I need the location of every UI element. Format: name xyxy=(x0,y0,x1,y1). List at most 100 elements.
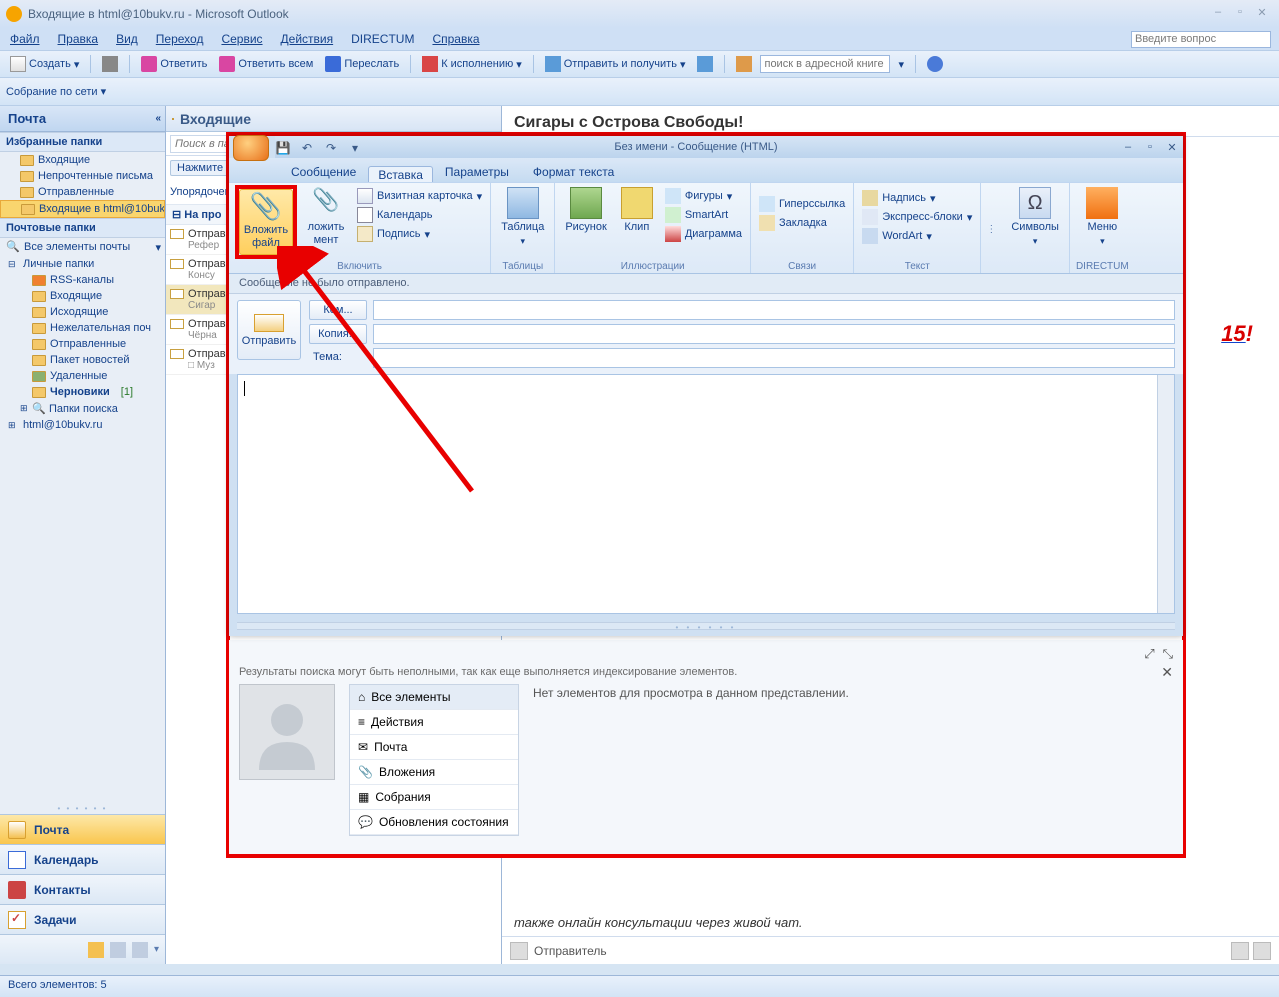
pp-tab-attach[interactable]: 📎 Вложения xyxy=(350,760,518,785)
hyperlink-button[interactable]: Гиперссылка xyxy=(757,195,847,213)
group-text-more[interactable]: ⋮ xyxy=(981,183,1001,273)
send-receive-button[interactable]: Отправить и получить ▾ xyxy=(541,54,690,74)
bookmark-button[interactable]: Закладка xyxy=(757,214,847,232)
tree-drafts[interactable]: Черновики [1] xyxy=(0,384,165,400)
print-button[interactable] xyxy=(98,54,122,74)
compose-close-button[interactable]: ✕ xyxy=(1161,141,1183,154)
tree-sent[interactable]: Отправленные xyxy=(0,336,165,352)
hint-button[interactable]: Нажмите xyxy=(170,160,230,176)
fav-inbox-account[interactable]: Входящие в html@10buk xyxy=(0,200,165,218)
compose-splitter[interactable]: • • • • • • xyxy=(237,622,1175,630)
subject-input[interactable] xyxy=(373,348,1175,368)
fav-sent[interactable]: Отправленные xyxy=(0,184,165,200)
quickparts-button[interactable]: Экспресс-блоки ▾ xyxy=(860,208,974,226)
tab-format[interactable]: Формат текста xyxy=(521,161,626,182)
fav-unread[interactable]: Непрочтенные письма xyxy=(0,168,165,184)
to-button[interactable]: Ком... xyxy=(309,300,367,320)
menu-help[interactable]: Справка xyxy=(432,32,479,46)
close-button[interactable]: ✕ xyxy=(1251,6,1273,22)
send-button[interactable]: Отправить xyxy=(237,300,301,360)
new-button[interactable]: Создать ▾ xyxy=(6,54,83,74)
tree-account[interactable]: ⊞html@10bukv.ru xyxy=(0,417,165,433)
reply-all-button[interactable]: Ответить всем xyxy=(215,54,317,74)
misc-button[interactable] xyxy=(693,54,717,74)
nav-header-mail[interactable]: Почта« xyxy=(0,106,165,132)
help-button[interactable] xyxy=(923,54,947,74)
address-book-button[interactable] xyxy=(732,54,756,74)
address-dropdown[interactable]: ▾ xyxy=(894,56,908,73)
online-meeting-button[interactable]: Собрание по сети ▾ xyxy=(6,85,106,98)
menu-file[interactable]: Файл xyxy=(10,32,40,46)
pp-collapse-icon[interactable]: ⤡ xyxy=(1163,646,1173,662)
tree-junk[interactable]: Нежелательная поч xyxy=(0,320,165,336)
navbtn-contacts[interactable]: Контакты xyxy=(0,874,165,904)
tree-personal[interactable]: ⊟Личные папки xyxy=(0,256,165,272)
table-button[interactable]: Таблица▾ xyxy=(497,185,548,246)
symbols-button[interactable]: ΩСимволы▾ xyxy=(1007,185,1063,246)
office-button[interactable] xyxy=(233,135,269,161)
nav-folders-icon[interactable] xyxy=(110,942,126,958)
menu-view[interactable]: Вид xyxy=(116,32,138,46)
compose-minimize-button[interactable]: – xyxy=(1117,141,1139,153)
followup-button[interactable]: К исполнению ▾ xyxy=(418,54,526,74)
nav-configure-icon[interactable]: ▾ xyxy=(154,944,159,955)
menu-edit[interactable]: Правка xyxy=(58,32,99,46)
fav-inbox[interactable]: Входящие xyxy=(0,152,165,168)
directum-menu-button[interactable]: Меню▾ xyxy=(1076,185,1129,246)
arrange-button[interactable]: Упорядочен xyxy=(170,186,231,198)
save-button[interactable]: 💾 xyxy=(273,138,293,158)
navbtn-tasks[interactable]: Задачи xyxy=(0,904,165,934)
menu-directum[interactable]: DIRECTUM xyxy=(351,32,414,46)
tree-rss[interactable]: RSS-каналы xyxy=(0,272,165,288)
menu-go[interactable]: Переход xyxy=(156,32,204,46)
navbtn-mail[interactable]: Почта xyxy=(0,814,165,844)
picture-button[interactable]: Рисунок xyxy=(561,185,611,243)
tree-deleted[interactable]: Удаленные xyxy=(0,368,165,384)
qat-dropdown[interactable]: ▾ xyxy=(345,138,365,158)
minimize-button[interactable]: – xyxy=(1207,6,1229,22)
cc-button[interactable]: Копия... xyxy=(309,324,367,344)
shapes-button[interactable]: Фигуры ▾ xyxy=(663,187,744,205)
attach-file-button[interactable]: 📎 Вложить файл xyxy=(239,189,293,255)
nav-shortcuts-icon[interactable] xyxy=(132,942,148,958)
pp-tab-actions[interactable]: ≡ Действия xyxy=(350,710,518,735)
redo-button[interactable]: ↷ xyxy=(321,138,341,158)
pp-close-button[interactable]: ✕ xyxy=(1161,664,1173,681)
tree-news[interactable]: Пакет новостей xyxy=(0,352,165,368)
pp-tab-meetings[interactable]: ▦ Собрания xyxy=(350,785,518,810)
body-scrollbar[interactable] xyxy=(1157,375,1174,613)
pp-tab-mail[interactable]: ✉ Почта xyxy=(350,735,518,760)
tree-inbox[interactable]: Входящие xyxy=(0,288,165,304)
wordart-button[interactable]: WordArt ▾ xyxy=(860,227,974,245)
reply-button[interactable]: Ответить xyxy=(137,54,211,74)
address-search-input[interactable] xyxy=(760,55,890,73)
cc-input[interactable] xyxy=(373,324,1175,344)
menu-actions[interactable]: Действия xyxy=(281,32,334,46)
clipart-button[interactable]: Клип xyxy=(617,185,657,243)
signature-button[interactable]: Подпись ▾ xyxy=(355,225,484,243)
forward-button[interactable]: Переслать xyxy=(321,54,403,74)
to-input[interactable] xyxy=(373,300,1175,320)
textbox-button[interactable]: Надпись ▾ xyxy=(860,189,974,207)
undo-button[interactable]: ↶ xyxy=(297,138,317,158)
pp-expand-icon[interactable]: ⤢ xyxy=(1144,646,1154,662)
attach-item-button[interactable]: 📎 ложить мент xyxy=(303,185,349,259)
tree-outbox[interactable]: Исходящие xyxy=(0,304,165,320)
tab-insert[interactable]: Вставка xyxy=(368,166,433,182)
menu-service[interactable]: Сервис xyxy=(221,32,262,46)
chart-button[interactable]: Диаграмма xyxy=(663,225,744,243)
business-card-button[interactable]: Визитная карточка ▾ xyxy=(355,187,484,205)
tab-message[interactable]: Сообщение xyxy=(279,161,368,182)
pp-tab-status[interactable]: 💬 Обновления состояния xyxy=(350,810,518,835)
tab-options[interactable]: Параметры xyxy=(433,161,521,182)
compose-maximize-button[interactable]: ▫ xyxy=(1139,141,1161,153)
help-search-input[interactable] xyxy=(1131,31,1271,48)
people-icon[interactable] xyxy=(1253,942,1271,960)
people-icon[interactable] xyxy=(1231,942,1249,960)
tree-search-folders[interactable]: ⊞🔍Папки поиска xyxy=(0,400,165,417)
smartart-button[interactable]: SmartArt xyxy=(663,206,744,224)
nav-notes-icon[interactable] xyxy=(88,942,104,958)
calendar-button[interactable]: Календарь xyxy=(355,206,484,224)
navbtn-calendar[interactable]: Календарь xyxy=(0,844,165,874)
pp-tab-all[interactable]: ⌂ Все элементы xyxy=(350,685,518,710)
